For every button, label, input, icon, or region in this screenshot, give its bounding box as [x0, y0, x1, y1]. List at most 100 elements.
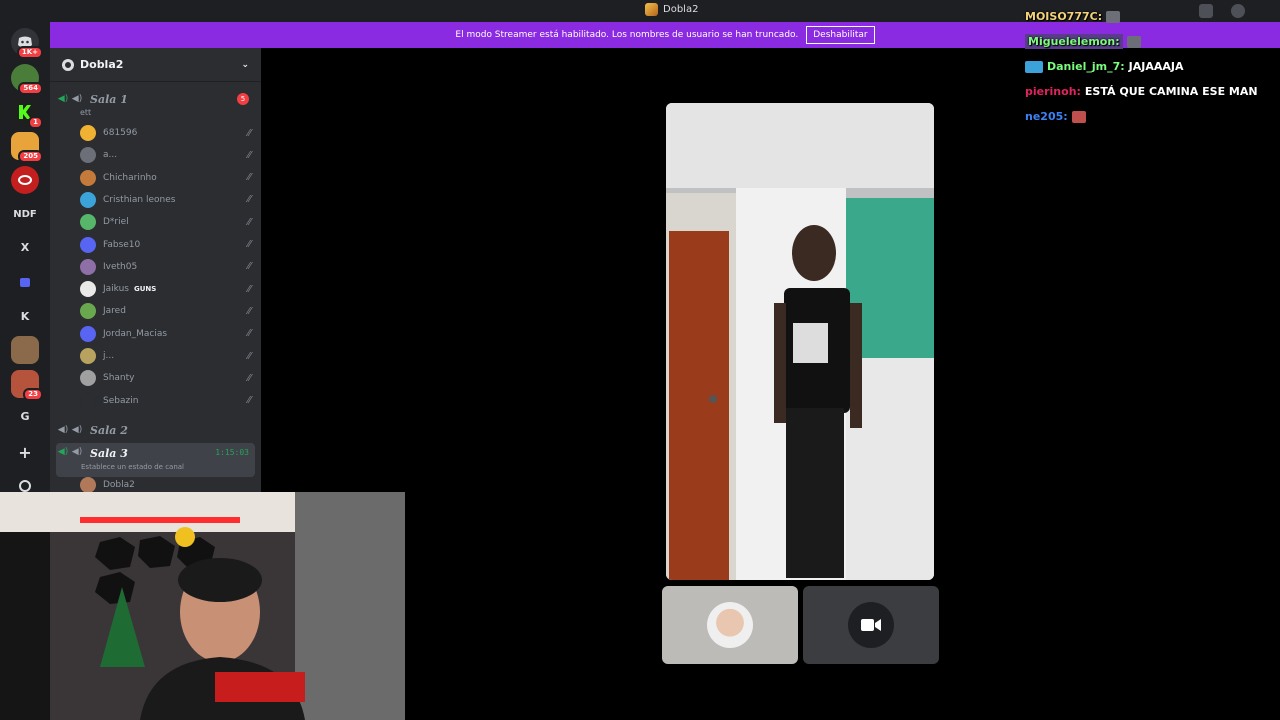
- spider-server-icon[interactable]: [11, 166, 39, 194]
- user-name: Iveth05: [103, 261, 138, 272]
- webcam-frame: [0, 492, 405, 720]
- voice-user[interactable]: Cristhian leones ⁄⁄: [80, 189, 251, 211]
- main-video-feed[interactable]: [666, 103, 934, 580]
- deafened-icon: ⁄⁄: [247, 261, 251, 273]
- avatar: [80, 191, 96, 208]
- server-icon[interactable]: 564: [11, 64, 43, 95]
- server-icon[interactable]: 205: [11, 132, 43, 163]
- user-name: a...: [103, 150, 118, 161]
- server-icon-x[interactable]: X: [11, 233, 39, 261]
- user-name: Fabse10: [103, 239, 141, 250]
- server-logo-icon: [645, 3, 658, 16]
- voice-channel-sala-2[interactable]: ◀) ◀) Sala 2: [56, 419, 255, 441]
- rail-badge: 23: [23, 388, 43, 401]
- video-frame: [666, 103, 934, 580]
- server-icon[interactable]: 1: [11, 98, 43, 129]
- server-icon-g[interactable]: G: [11, 402, 39, 430]
- voice-user[interactable]: 681596 ⁄⁄: [80, 122, 251, 144]
- video-camera-icon: [861, 619, 881, 631]
- channel-status: ett: [80, 108, 92, 117]
- window-title: Dobla2: [645, 3, 698, 16]
- speaker-icon: ◀): [71, 425, 83, 435]
- channel-status-prompt[interactable]: Establece un estado de canal: [81, 463, 184, 471]
- user-name: Sebazin: [103, 395, 139, 406]
- voice-user[interactable]: Iveth05 ⁄⁄: [80, 256, 251, 278]
- avatar: [80, 392, 96, 409]
- user-name: Shanty: [103, 373, 135, 384]
- emote-icon: [1126, 35, 1141, 48]
- user-name: Jaikus: [103, 284, 129, 295]
- folder-shape-icon: [20, 277, 30, 287]
- deafened-icon: ⁄⁄: [247, 350, 251, 362]
- user-name: Dobla2: [103, 480, 135, 490]
- user-name: 681596: [103, 128, 138, 138]
- voice-user[interactable]: j... ⁄⁄: [80, 345, 251, 367]
- avatar: [80, 147, 96, 164]
- chat-text: ESTÁ QUE CAMINA ESE MAN: [1084, 85, 1258, 98]
- participant-tile-camera[interactable]: [803, 586, 939, 664]
- folder-icon[interactable]: [11, 268, 39, 296]
- participant-tile[interactable]: [662, 586, 798, 664]
- chat-message: pierinoh: ESTÁ QUE CAMINA ESE MAN: [1025, 79, 1275, 104]
- direct-messages-icon[interactable]: 1K+: [11, 28, 43, 59]
- voice-user[interactable]: a... ⁄⁄: [80, 144, 251, 166]
- user-name: Cristhian leones: [103, 194, 176, 205]
- server-icon-k[interactable]: K: [11, 302, 39, 330]
- server-icon[interactable]: 23: [11, 370, 43, 401]
- chat-message: Miguelelemon:: [1025, 29, 1275, 54]
- speaker-icon: ◀): [57, 447, 69, 457]
- disable-streamer-button[interactable]: Deshabilitar: [806, 26, 875, 44]
- avatar: [80, 477, 96, 493]
- chat-nick: ne205:: [1025, 110, 1068, 123]
- server-icon-ndf[interactable]: NDF: [11, 200, 39, 228]
- speaker-icon: ◀): [71, 94, 83, 104]
- rail-badge: 564: [18, 82, 43, 95]
- voice-user[interactable]: Shanty ⁄⁄: [80, 367, 251, 389]
- voice-user[interactable]: Sebazin ⁄⁄: [80, 390, 251, 412]
- voice-user[interactable]: Fabse10 ⁄⁄: [80, 234, 251, 256]
- server-rail: 1K+ 564 1 205 NDF X K 23 G +: [0, 22, 50, 492]
- voice-channel-sala-1[interactable]: ◀) ◀) Sala 1 5: [56, 88, 255, 110]
- chat-message: MOISO777C:: [1025, 4, 1275, 29]
- user-guild-tag: GUNS: [134, 285, 157, 294]
- deafened-icon: ⁄⁄: [247, 395, 251, 407]
- chat-message: Daniel_jm_7: JAJAAAJA: [1025, 54, 1275, 79]
- channel-panel: Dobla2 ⌄ ◀) ◀) Sala 1 5 ett 681596 ⁄⁄ a...…: [50, 48, 261, 493]
- avatar: [80, 281, 96, 298]
- user-name: j...: [103, 351, 115, 361]
- mention-badge: 5: [237, 93, 249, 105]
- voice-user[interactable]: Jaikus GUNS ⁄⁄: [80, 278, 251, 300]
- streamer-mode-text: El modo Streamer está habilitado. Los no…: [455, 30, 799, 40]
- deafened-icon: ⁄⁄: [247, 127, 251, 139]
- avatar: [80, 214, 96, 231]
- server-icon[interactable]: [11, 336, 39, 364]
- voice-user[interactable]: Chicharinho ⁄⁄: [80, 167, 251, 189]
- speaker-icon: ◀): [57, 425, 69, 435]
- user-name: Chicharinho: [103, 172, 157, 183]
- voice-user[interactable]: Jordan_Macias ⁄⁄: [80, 323, 251, 345]
- add-server-icon[interactable]: +: [11, 438, 39, 466]
- deafened-icon: ⁄⁄: [247, 328, 251, 340]
- avatar: [80, 348, 96, 364]
- avatar: [848, 602, 894, 648]
- deafened-icon: ⁄⁄: [247, 216, 251, 228]
- spider-eyes-icon: [18, 175, 32, 185]
- voice-user[interactable]: Jared ⁄⁄: [80, 300, 251, 322]
- voice-user[interactable]: Dobla2: [80, 477, 251, 493]
- emote-icon: [1106, 10, 1121, 23]
- user-name: Jordan_Macias: [103, 328, 168, 339]
- user-name: D*riel: [103, 217, 129, 228]
- deafened-icon: ⁄⁄: [247, 283, 251, 295]
- avatar: [80, 236, 96, 253]
- chat-nick: pierinoh:: [1025, 85, 1081, 98]
- speaker-icon: ◀): [57, 94, 69, 104]
- deafened-icon: ⁄⁄: [247, 305, 251, 317]
- voice-channel-sala-3[interactable]: ◀) ◀) Sala 3 1:15:03 Establece un estado…: [56, 443, 255, 477]
- streamer-webcam: [0, 492, 405, 720]
- server-header[interactable]: Dobla2 ⌄: [50, 48, 261, 82]
- avatar: [80, 370, 96, 387]
- avatar: [80, 325, 96, 342]
- voice-user[interactable]: D*riel ⁄⁄: [80, 211, 251, 233]
- channel-name: Sala 2: [90, 423, 128, 437]
- chat-overlay: MOISO777C: Miguelelemon: Daniel_jm_7: JA…: [1025, 4, 1275, 129]
